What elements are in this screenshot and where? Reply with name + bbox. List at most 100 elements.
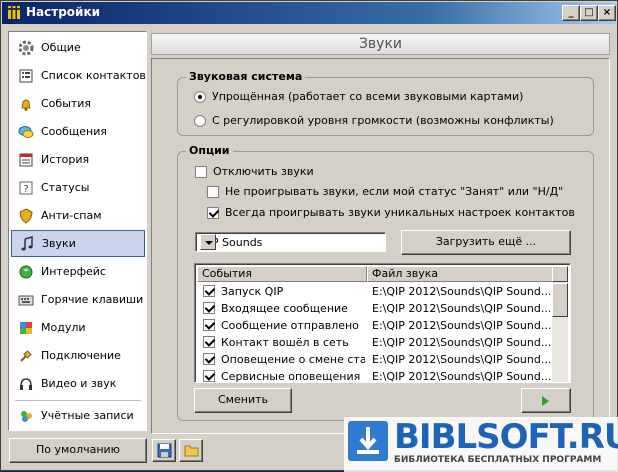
- load-more-button[interactable]: Загрузить ещё ...: [401, 230, 571, 255]
- maximize-button[interactable]: □: [580, 5, 598, 21]
- radio-volume-sound[interactable]: С регулировкой уровня громкости (возможн…: [194, 114, 554, 127]
- play-icon: [542, 396, 549, 406]
- section-title: Звуки: [358, 36, 403, 52]
- sound-file: E:\QIP 2012\Sounds\QIP Sound...: [372, 302, 550, 315]
- scroll-thumb[interactable]: [552, 283, 568, 317]
- row-checkbox[interactable]: [203, 302, 215, 314]
- sound-file: E:\QIP 2012\Sounds\QIP Sound...: [372, 370, 550, 383]
- column-header-file[interactable]: Файл звука: [367, 266, 553, 282]
- sound-file: E:\QIP 2012\Sounds\QIP Sound...: [372, 353, 550, 366]
- sidebar-item-label: Звуки: [42, 237, 76, 250]
- row-checkbox[interactable]: [203, 353, 215, 365]
- radio-label: С регулировкой уровня громкости (возможн…: [212, 114, 554, 127]
- sidebar-item-contacts[interactable]: Список контактов: [11, 62, 146, 89]
- group-title: Звуковая система: [186, 70, 306, 83]
- accounts-icon: [17, 407, 35, 425]
- sidebar-item-video-audio[interactable]: Видео и звук: [11, 370, 145, 397]
- sidebar-item-events[interactable]: События: [11, 90, 145, 117]
- sidebar-item-label: Видео и звук: [41, 377, 117, 390]
- sidebar-item-label: История: [41, 153, 90, 166]
- table-row[interactable]: Запуск QIP E:\QIP 2012\Sounds\QIP Sound.…: [197, 283, 553, 300]
- sound-pack-select[interactable]: QIP Sounds: [195, 232, 386, 252]
- settings-sidebar: Общие Список контактов События Сообщения…: [8, 31, 147, 431]
- sidebar-item-label: Список контактов: [41, 69, 146, 82]
- sidebar-item-hotkeys[interactable]: Горячие клавиши: [11, 286, 145, 313]
- disable-sounds-checkbox[interactable]: Отключить звуки: [195, 165, 314, 178]
- sidebar-item-label: Модули: [41, 321, 86, 334]
- group-title: Опции: [186, 144, 233, 157]
- sidebar-item-sounds[interactable]: Звуки: [11, 230, 145, 257]
- sidebar-item-label: Общие: [41, 41, 81, 54]
- chevron-down-icon[interactable]: [200, 234, 216, 250]
- sidebar-item-general[interactable]: Общие: [11, 34, 145, 61]
- radio-dot[interactable]: [194, 90, 206, 103]
- checkbox-box[interactable]: [207, 206, 219, 219]
- save-icon: [157, 443, 172, 461]
- sidebar-item-statuses[interactable]: ? Статусы: [11, 174, 145, 201]
- sidebar-item-label: Горячие клавиши: [41, 293, 144, 306]
- table-row[interactable]: Сообщение отправлено E:\QIP 2012\Sounds\…: [197, 317, 553, 334]
- radio-dot[interactable]: [194, 114, 206, 127]
- history-icon: [17, 151, 35, 169]
- interface-icon: [17, 263, 35, 281]
- event-name: Сообщение отправлено: [221, 319, 359, 332]
- title-bar[interactable]: Настройки _ □ ×: [2, 2, 616, 24]
- sidebar-item-label: Интерфейс: [41, 265, 106, 278]
- column-header-events[interactable]: События: [197, 266, 367, 282]
- checkbox-box[interactable]: [195, 165, 207, 178]
- watermark-logo-icon: [348, 421, 388, 461]
- sidebar-item-messages[interactable]: Сообщения: [11, 118, 145, 145]
- table-row[interactable]: Оповещение о смене ста... E:\QIP 2012\So…: [197, 351, 553, 368]
- close-button[interactable]: ×: [598, 5, 616, 21]
- scroll-up-button[interactable]: [552, 266, 568, 282]
- event-name: Сервисные оповещения: [221, 370, 361, 383]
- sidebar-separator: [15, 400, 141, 401]
- save-settings-button[interactable]: [152, 439, 176, 462]
- messages-icon: [17, 123, 35, 141]
- sound-file: E:\QIP 2012\Sounds\QIP Sound...: [372, 336, 550, 349]
- qip-app-icon: [6, 5, 22, 21]
- sound-events-table: События Файл звука Запуск QIP E:\QIP 201…: [194, 263, 571, 383]
- default-settings-button[interactable]: По умолчанию: [9, 438, 147, 463]
- open-folder-button[interactable]: [179, 439, 203, 462]
- table-row[interactable]: Контакт вошёл в сеть E:\QIP 2012\Sounds\…: [197, 334, 553, 351]
- folder-icon: [184, 444, 199, 460]
- sound-system-group: Звуковая система: [177, 70, 594, 136]
- sidebar-item-accounts[interactable]: Учётные записи: [11, 402, 145, 429]
- table-row[interactable]: Входящее сообщение E:\QIP 2012\Sounds\QI…: [197, 300, 553, 317]
- row-checkbox[interactable]: [203, 319, 215, 331]
- always-play-unique-checkbox[interactable]: Всегда проигрывать звуки уникальных наст…: [207, 206, 575, 219]
- sidebar-item-connection[interactable]: Подключение: [11, 342, 145, 369]
- row-checkbox[interactable]: [203, 336, 215, 348]
- dont-play-busy-checkbox[interactable]: Не проигрывать звуки, если мой статус "З…: [207, 185, 563, 198]
- section-header: Звуки: [151, 33, 610, 55]
- table-scrollbar[interactable]: [552, 266, 568, 382]
- watermark-name: BIBLSOFT.RU: [394, 417, 618, 457]
- checkbox-label: Всегда проигрывать звуки уникальных наст…: [225, 206, 575, 219]
- row-checkbox[interactable]: [203, 285, 215, 297]
- checkbox-label: Не проигрывать звуки, если мой статус "З…: [225, 185, 564, 198]
- headphones-icon: [17, 375, 35, 393]
- question-icon: ?: [17, 179, 35, 197]
- table-row[interactable]: Сервисные оповещения E:\QIP 2012\Sounds\…: [197, 368, 553, 383]
- plug-icon: [17, 347, 35, 365]
- sidebar-item-modules[interactable]: Модули: [11, 314, 145, 341]
- checkbox-label: Отключить звуки: [213, 165, 314, 178]
- table-header: События Файл звука: [197, 266, 553, 282]
- sidebar-item-history[interactable]: История: [11, 146, 145, 173]
- event-name: Входящее сообщение: [221, 302, 348, 315]
- svg-text:?: ?: [23, 184, 28, 195]
- sound-file: E:\QIP 2012\Sounds\QIP Sound...: [372, 285, 550, 298]
- sidebar-item-antispam[interactable]: Анти-спам: [11, 202, 145, 229]
- radio-simple-sound[interactable]: Упрощённая (работает со всеми звуковыми …: [194, 90, 523, 103]
- change-sound-button[interactable]: Сменить: [194, 388, 292, 413]
- row-checkbox[interactable]: [203, 370, 215, 382]
- minimize-button[interactable]: _: [562, 5, 580, 21]
- sidebar-item-interface[interactable]: Интерфейс: [11, 258, 145, 285]
- event-name: Оповещение о смене ста...: [221, 353, 365, 366]
- checkbox-box[interactable]: [207, 185, 219, 198]
- contacts-list-icon: [17, 67, 35, 85]
- bell-icon: [17, 95, 35, 113]
- play-sound-button[interactable]: [521, 388, 571, 413]
- sidebar-item-label: События: [41, 97, 92, 110]
